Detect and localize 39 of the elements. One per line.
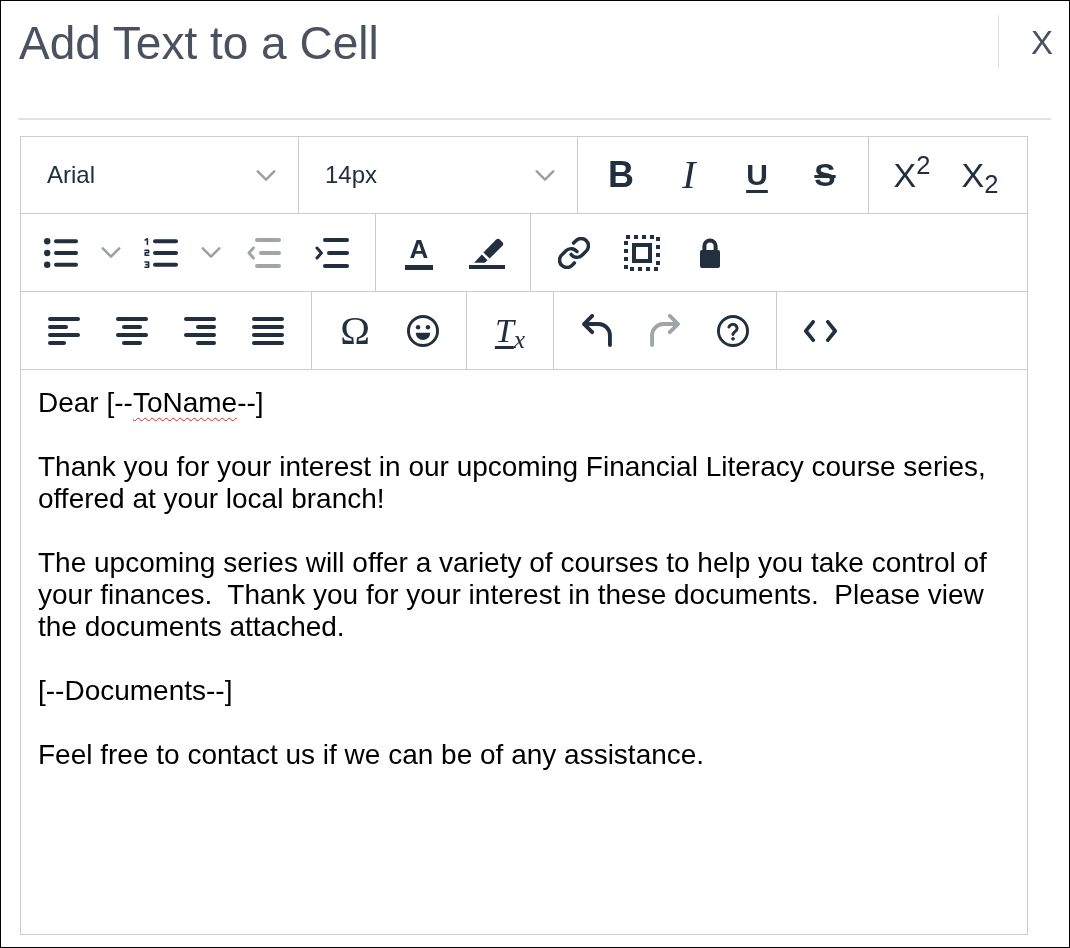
chevron-down-icon bbox=[201, 247, 221, 258]
indent-icon bbox=[315, 237, 349, 268]
text-color-button[interactable]: A bbox=[385, 218, 453, 287]
help-icon bbox=[717, 314, 749, 347]
bullet-list-icon bbox=[44, 237, 78, 268]
dialog-title: Add Text to a Cell bbox=[19, 16, 379, 71]
align-center-icon bbox=[116, 316, 148, 345]
align-justify-icon bbox=[252, 316, 284, 345]
highlighter-icon bbox=[469, 236, 505, 269]
smiley-face-icon bbox=[407, 314, 439, 347]
paragraph-text: [--Documents--] bbox=[38, 675, 234, 707]
italic-button[interactable]: I bbox=[655, 141, 723, 209]
lock-icon bbox=[700, 237, 720, 268]
chevron-down-icon bbox=[256, 169, 276, 181]
align-left-icon bbox=[48, 316, 80, 345]
code-icon bbox=[803, 319, 837, 342]
superscript-button[interactable]: X$^{2}$ bbox=[878, 141, 946, 209]
redo-arrow-icon bbox=[650, 314, 680, 347]
dashed-square-icon bbox=[624, 234, 660, 271]
outdent-icon bbox=[247, 237, 281, 268]
font-family-select[interactable]: Arial bbox=[31, 141, 288, 209]
paragraph-text: Thank you for your interest in our upcoming Financial Literacy course series, offered at your local branch! bbox=[38, 451, 987, 515]
subscript-button[interactable]: X$_{2}$ bbox=[946, 141, 1014, 209]
paragraph-text: The upcoming series will offer a variety of courses to help you take control of your finances. Thank you for your interest in these documents. Please view the documents attached. bbox=[38, 547, 988, 643]
font-size-select[interactable]: 14px bbox=[309, 141, 567, 209]
bold-button[interactable]: B bbox=[587, 141, 655, 209]
paragraph-text: Dear [--ToName--] bbox=[38, 387, 265, 419]
clear-formatting-button[interactable]: T$_{x}$ bbox=[476, 296, 544, 365]
chevron-down-icon bbox=[101, 247, 121, 258]
strikethrough-button[interactable]: S bbox=[791, 141, 859, 209]
chain-link-icon bbox=[558, 236, 590, 269]
chevron-down-icon bbox=[535, 169, 555, 181]
paragraph-text: Feel free to contact us if we can be of any assistance. bbox=[38, 739, 706, 771]
special-character-button[interactable]: Ω bbox=[321, 296, 389, 365]
close-button[interactable]: X bbox=[1031, 25, 1053, 59]
align-right-icon bbox=[184, 316, 216, 345]
underline-button[interactable]: U bbox=[723, 141, 791, 209]
undo-arrow-icon bbox=[582, 314, 612, 347]
numbered-list-icon bbox=[144, 237, 178, 268]
